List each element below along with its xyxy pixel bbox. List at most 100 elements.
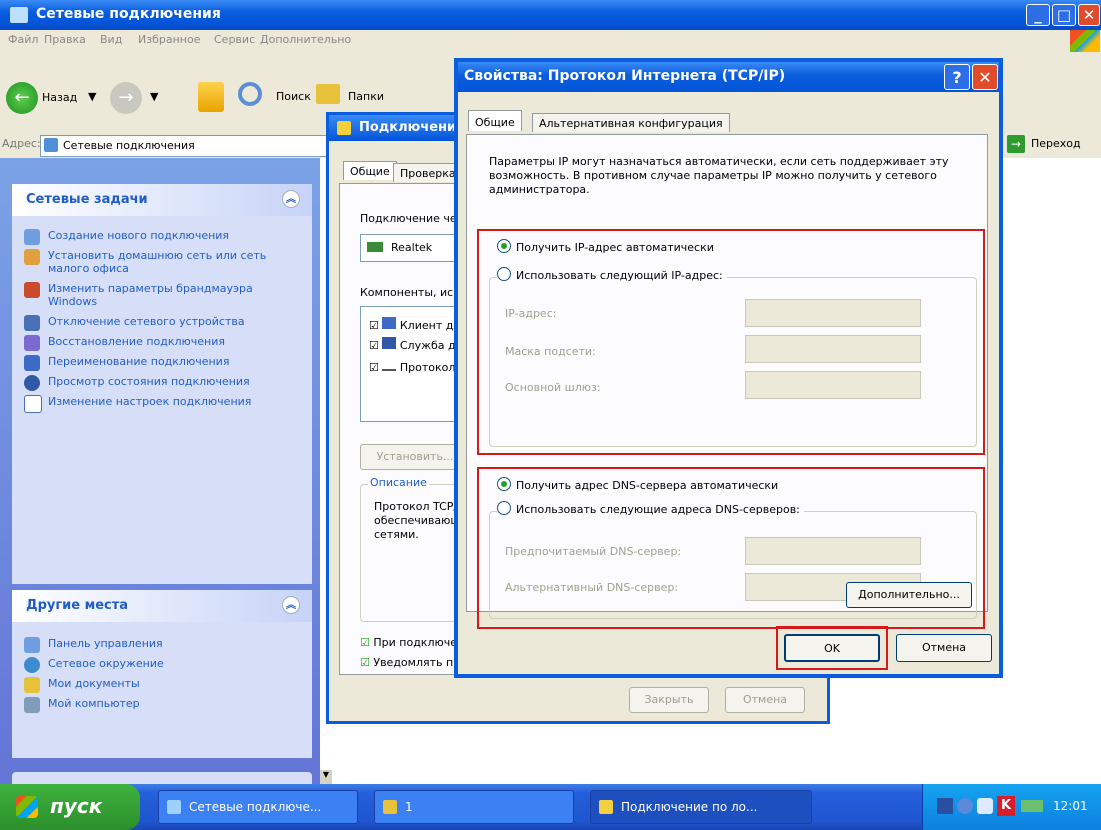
network-tasks-header[interactable]: Сетевые задачи ︽ [12,184,312,216]
task-home-network[interactable]: Установить домашнюю сеть или сеть малого… [12,246,312,279]
my-computer-icon [24,697,40,713]
go-button[interactable]: → Переход [1005,134,1101,156]
preferred-dns-field[interactable] [745,537,921,565]
client-icon [382,317,397,329]
windows-logo-icon [1070,30,1100,52]
collapse-chevron-icon[interactable]: ︽ [282,596,300,614]
dns-manual-radio[interactable]: Использовать следующие адреса DNS-сервер… [497,501,804,516]
checkbox-checked-icon[interactable]: ☑ [369,339,379,352]
other-places-header[interactable]: Другие места ︽ [12,590,312,622]
ip-manual-radio[interactable]: Использовать следующий IP-адрес: [497,267,727,282]
menu-favorites[interactable]: Избранное [138,33,200,46]
preferred-dns-label: Предпочитаемый DNS-сервер: [505,545,682,558]
maximize-icon[interactable]: □ [1052,4,1076,26]
search-button[interactable]: Поиск [276,90,311,103]
radio-unselected-icon[interactable] [497,501,511,515]
advanced-button[interactable]: Дополнительно... [846,582,972,608]
minimize-icon[interactable]: _ [1026,4,1050,26]
forward-dropdown-icon[interactable]: ▼ [150,90,158,103]
scrollbar-down-arrow-icon[interactable]: ▼ [320,770,332,784]
ok-button[interactable]: OK [784,634,880,662]
menu-view[interactable]: Вид [100,33,122,46]
subnet-mask-field[interactable] [745,335,921,363]
default-gateway-label: Основной шлюз: [505,381,601,394]
clock: 12:01 [1053,799,1088,813]
address-input[interactable]: Сетевые подключения [40,135,332,157]
description-label: Описание [368,476,429,489]
lan-connection-icon [599,800,613,814]
disable-device-icon [24,315,40,331]
default-gateway-field[interactable] [745,371,921,399]
tcpip-properties-dialog: Свойства: Протокол Интернета (TCP/IP) ? … [454,58,1003,678]
general-tab-panel: Параметры IP могут назначаться автоматич… [466,134,988,629]
ip-auto-radio[interactable]: Получить IP-адрес автоматически [497,239,714,254]
tray-antivirus-icon[interactable]: K [997,796,1015,816]
place-my-documents[interactable]: Мои документы [12,674,312,694]
menu-tools[interactable]: Сервис [214,33,255,46]
checkbox-checked-icon[interactable]: ☑ [360,656,370,669]
taskbar-item-folder[interactable]: 1 [374,790,574,824]
place-network-neighborhood[interactable]: Сетевое окружение [12,654,312,674]
repair-icon [24,335,40,351]
explorer-title-bar[interactable]: Сетевые подключения _ □ ✕ [0,0,1101,30]
menu-advanced[interactable]: Дополнительно [260,33,351,46]
task-view-status[interactable]: Просмотр состояния подключения [12,372,312,392]
tray-network-icon[interactable] [937,798,953,814]
info-text: Параметры IP могут назначаться автоматич… [489,155,949,196]
menu-bar: Файл Правка Вид Избранное Сервис Дополни… [0,30,1101,52]
tray-lan-icon[interactable] [1021,800,1043,812]
place-my-computer[interactable]: Мой компьютер [12,694,312,714]
tab-alternate-config[interactable]: Альтернативная конфигурация [532,113,730,132]
start-button[interactable]: пуск [0,784,140,830]
close-icon[interactable]: ✕ [972,64,998,90]
ip-address-field[interactable] [745,299,921,327]
network-folder-icon [10,7,28,23]
place-control-panel[interactable]: Панель управления [12,634,312,654]
forward-arrow-icon[interactable]: → [110,82,142,114]
network-connections-icon [44,138,58,152]
menu-edit[interactable]: Правка [44,33,86,46]
search-icon[interactable] [238,82,262,106]
close-button[interactable]: Закрыть [629,687,709,713]
address-label: Адрес: [2,137,41,150]
up-folder-icon[interactable] [198,82,224,112]
radio-selected-icon[interactable] [497,239,511,253]
tab-general[interactable]: Общие [468,110,522,131]
radio-selected-icon[interactable] [497,477,511,491]
folder-icon [383,800,397,814]
task-rename[interactable]: Переименование подключения [12,352,312,372]
taskbar: пуск Сетевые подключе... 1 Подключение п… [0,784,1101,830]
task-disable-device[interactable]: Отключение сетевого устройства [12,312,312,332]
task-change-settings[interactable]: Изменение настроек подключения [12,392,312,413]
network-neighborhood-icon [24,657,40,673]
rename-icon [24,355,40,371]
close-icon[interactable]: ✕ [1078,4,1100,26]
tab-general[interactable]: Общие [343,161,397,180]
system-tray: K 12:01 [922,784,1101,830]
help-icon[interactable]: ? [944,64,970,90]
task-firewall[interactable]: Изменить параметры брандмауэра Windows [12,279,312,312]
folders-icon[interactable] [316,84,340,104]
cancel-button[interactable]: Отмена [896,634,992,662]
collapse-chevron-icon[interactable]: ︽ [282,190,300,208]
task-create-connection[interactable]: Создание нового подключения [12,226,312,246]
back-dropdown-icon[interactable]: ▼ [88,90,96,103]
checkbox-checked-icon[interactable]: ☑ [369,361,379,374]
checkbox-checked-icon[interactable]: ☑ [360,636,370,649]
subnet-mask-label: Маска подсети: [505,345,596,358]
other-places-box: Другие места ︽ Панель управления Сетевое… [12,590,312,758]
back-button[interactable]: Назад [42,91,77,104]
back-arrow-icon[interactable]: ← [6,82,38,114]
folders-button[interactable]: Папки [348,90,384,103]
task-repair[interactable]: Восстановление подключения [12,332,312,352]
taskbar-item-lan-connection[interactable]: Подключение по ло... [590,790,812,824]
menu-file[interactable]: Файл [8,33,38,46]
checkbox-checked-icon[interactable]: ☑ [369,319,379,332]
cancel-button[interactable]: Отмена [725,687,805,713]
tray-network2-icon[interactable] [957,798,973,814]
dns-auto-radio[interactable]: Получить адрес DNS-сервера автоматически [497,477,778,492]
tcpip-dialog-title-bar[interactable]: Свойства: Протокол Интернета (TCP/IP) ? … [458,62,999,92]
radio-unselected-icon[interactable] [497,267,511,281]
tray-volume-icon[interactable] [977,798,993,814]
taskbar-item-network-connections[interactable]: Сетевые подключе... [158,790,358,824]
